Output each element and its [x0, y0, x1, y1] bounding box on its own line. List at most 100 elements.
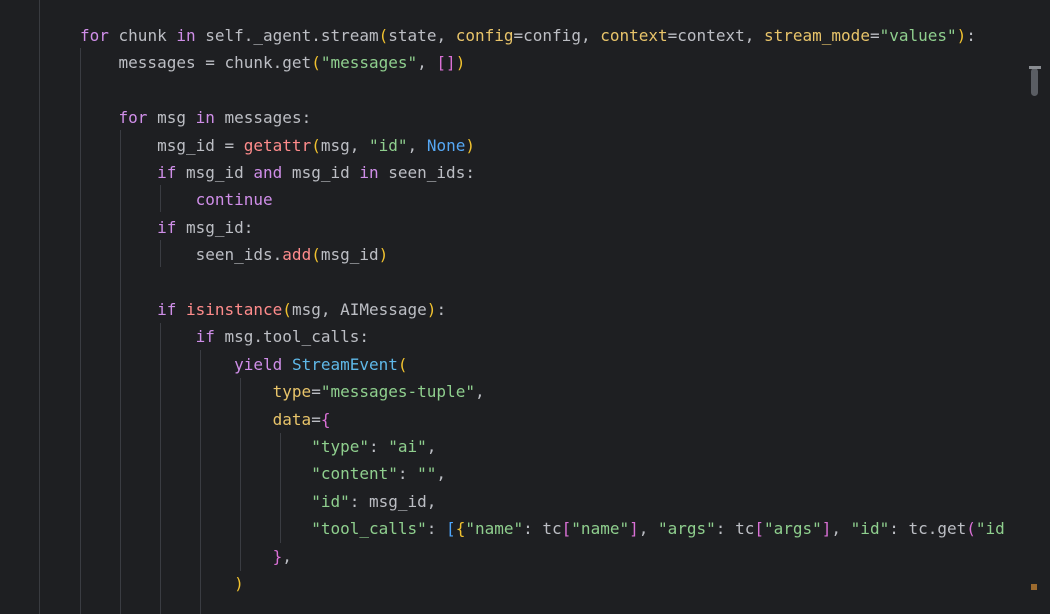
code-token: if: [157, 300, 177, 319]
code-token: if: [195, 327, 215, 346]
code-token: ): [426, 300, 437, 319]
code-token: msg_id:: [176, 218, 254, 237]
code-token: (: [311, 245, 321, 264]
code-line[interactable]: if msg_id and msg_id in seen_ids:: [80, 159, 475, 186]
code-line[interactable]: messages = chunk.get("messages", []): [80, 49, 466, 76]
code-token: (: [311, 53, 321, 72]
code-token: msg, AIMessage: [291, 300, 427, 319]
warning-marker-icon: [1031, 584, 1037, 590]
code-token: msg: [147, 108, 196, 127]
code-token: (: [397, 355, 408, 374]
code-token: "name": [465, 519, 524, 538]
code-token: StreamEvent: [291, 355, 398, 374]
code-token: (: [966, 519, 976, 538]
code-token: "ai": [388, 437, 427, 456]
code-token: "id": [850, 519, 890, 538]
code-token: config: [455, 26, 514, 45]
code-token: =: [311, 410, 321, 429]
code-token: }: [272, 547, 283, 566]
code-token: messages = chunk.get: [80, 53, 312, 72]
code-content[interactable]: for chunk in self._agent.stream(state, c…: [0, 0, 1025, 614]
code-token: if: [157, 218, 177, 237]
code-token: msg.tool_calls:: [214, 327, 369, 346]
code-token: "messages": [320, 53, 418, 72]
code-token: "id": [311, 492, 350, 511]
code-line[interactable]: "type": "ai",: [80, 433, 436, 460]
code-token: :: [436, 300, 447, 319]
code-line[interactable]: yield StreamEvent(: [80, 351, 408, 378]
code-token: getattr: [243, 136, 312, 155]
code-token: "args": [763, 519, 822, 538]
code-line[interactable]: "id": msg_id,: [80, 488, 436, 515]
code-line[interactable]: },: [80, 543, 292, 570]
code-token: context: [600, 26, 668, 45]
code-line[interactable]: if isinstance(msg, AIMessage):: [80, 296, 446, 323]
code-token: "id: [975, 519, 1005, 538]
code-token: (: [311, 136, 321, 155]
code-token: :: [397, 464, 418, 483]
code-token: {: [455, 519, 466, 538]
code-token: isinstance: [185, 300, 283, 319]
code-token: "tool_calls": [311, 519, 427, 538]
code-token: ,: [638, 519, 658, 538]
code-token: ): [378, 245, 389, 264]
code-token: "type": [311, 437, 369, 456]
code-editor[interactable]: for chunk in self._agent.stream(state, c…: [0, 0, 1050, 614]
code-token: in: [359, 163, 379, 182]
code-line[interactable]: if msg_id:: [80, 214, 253, 241]
code-token: for: [80, 26, 109, 45]
code-token: "values": [879, 26, 957, 45]
code-token: data: [272, 410, 312, 429]
code-line[interactable]: for chunk in self._agent.stream(state, c…: [80, 22, 976, 49]
code-token: msg,: [320, 136, 370, 155]
code-token: stream_mode: [763, 26, 870, 45]
code-token: None: [426, 136, 466, 155]
code-line[interactable]: if msg.tool_calls:: [80, 323, 369, 350]
code-token: "content": [311, 464, 398, 483]
code-line[interactable]: for msg in messages:: [80, 104, 312, 131]
code-token: and: [253, 163, 283, 182]
code-token: []: [436, 53, 456, 72]
scrollbar-thumb[interactable]: [1031, 68, 1038, 96]
code-token: ,: [426, 437, 437, 456]
code-line[interactable]: continue: [80, 186, 273, 213]
code-token: ,: [417, 53, 437, 72]
code-line[interactable]: ): [80, 570, 244, 597]
code-token: :: [368, 437, 389, 456]
code-token: ): [234, 574, 244, 593]
code-token: "messages-tuple": [320, 382, 475, 401]
code-token: ,: [436, 464, 447, 483]
code-line[interactable]: "content": "",: [80, 460, 446, 487]
code-line[interactable]: type="messages-tuple",: [80, 378, 485, 405]
code-token: :: [426, 519, 447, 538]
code-token: state,: [388, 26, 456, 45]
code-token: messages:: [214, 108, 312, 127]
code-token: add: [282, 245, 312, 264]
code-token: [: [446, 519, 456, 538]
code-line[interactable]: data={: [80, 406, 331, 433]
code-line[interactable]: seen_ids.add(msg_id): [80, 241, 389, 268]
code-token: : tc: [715, 519, 755, 538]
vertical-scrollbar[interactable]: [1025, 0, 1050, 614]
code-token: msg_id =: [80, 136, 244, 155]
code-token: ,: [282, 547, 292, 566]
code-token: : tc.get: [889, 519, 967, 538]
code-token: "id": [369, 136, 408, 155]
code-token: msg_id: [320, 245, 379, 264]
code-token: =: [311, 382, 321, 401]
code-line[interactable]: msg_id = getattr(msg, "id", None): [80, 132, 475, 159]
code-line[interactable]: "tool_calls": [{"name": tc["name"], "arg…: [80, 515, 1005, 542]
code-token: (: [378, 26, 389, 45]
